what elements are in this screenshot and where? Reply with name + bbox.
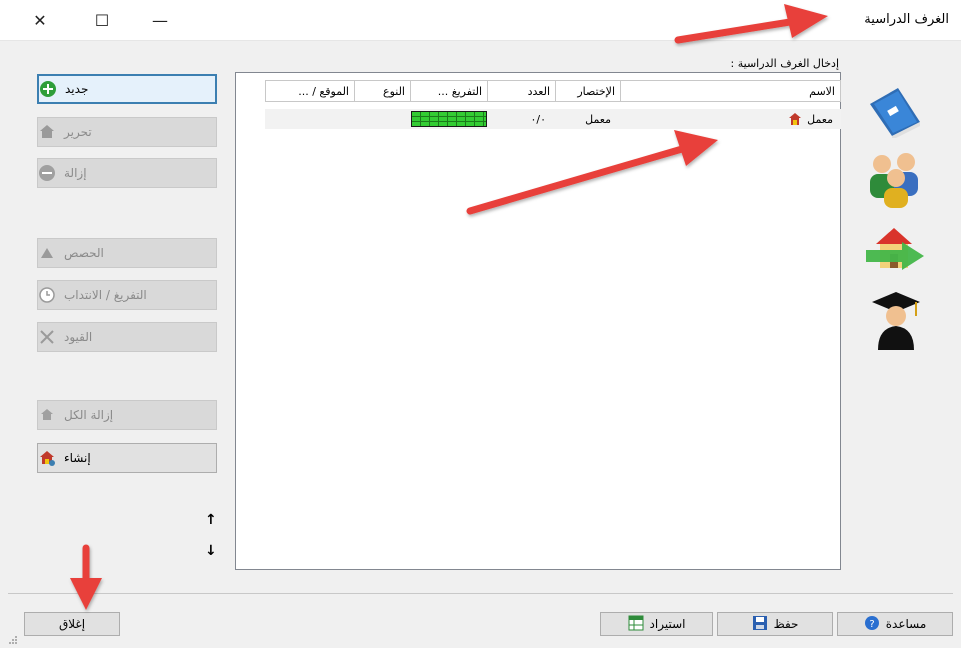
column-header-name-label: الاسم: [809, 84, 835, 98]
lessons-button[interactable]: الحصص: [37, 238, 217, 268]
book-icon[interactable]: [862, 82, 926, 141]
building-arrow-icon[interactable]: [862, 222, 928, 281]
help-button[interactable]: ? مساعدة: [837, 612, 953, 636]
constraints-button-label: القيود: [64, 330, 93, 344]
move-up-button[interactable]: ↑: [205, 512, 217, 528]
create-icon: [38, 449, 56, 467]
lesson-icon: [38, 244, 56, 262]
remove-all-button-label: إزالة الكل: [64, 408, 114, 422]
minus-circle-icon: [38, 164, 56, 182]
remove-all-button[interactable]: إزالة الكل: [37, 400, 217, 430]
column-header-type[interactable]: النوع: [354, 80, 411, 102]
availability-bar: [411, 111, 487, 127]
cell-name: معمل: [788, 109, 833, 129]
window-title: الغرف الدراسية: [864, 12, 949, 27]
close-icon: ✕: [33, 10, 47, 30]
people-icon[interactable]: [862, 150, 928, 213]
column-header-count-label: العدد: [527, 84, 550, 98]
move-down-button[interactable]: ↓: [205, 543, 217, 559]
table-row[interactable]: معمل معمل ٠/٠: [265, 109, 841, 129]
cell-abbr: معمل: [585, 112, 611, 126]
column-header-availability[interactable]: التفريغ ...: [410, 80, 488, 102]
column-header-location[interactable]: الموقع / ...: [265, 80, 355, 102]
arrow-to-close: [70, 544, 102, 610]
save-button[interactable]: حفظ: [717, 612, 833, 636]
graduate-icon[interactable]: [868, 290, 924, 355]
help-icon: ?: [864, 615, 880, 634]
import-icon: [628, 615, 644, 634]
rooms-table[interactable]: الاسم الإختصار العدد التفريغ ... النوع ا…: [235, 72, 841, 570]
edit-button-label: تحرير: [64, 125, 92, 139]
title-bar: ✕ ☐ — الغرف الدراسية: [0, 0, 961, 41]
import-button[interactable]: استيراد: [600, 612, 713, 636]
bottom-separator: [8, 593, 953, 594]
maximize-window-button[interactable]: ☐: [88, 8, 116, 32]
constraints-icon: [38, 328, 56, 346]
new-button-label: جديد: [65, 82, 89, 96]
remove-button-label: إزالة: [64, 166, 87, 180]
column-header-availability-label: التفريغ ...: [437, 84, 482, 98]
column-header-count[interactable]: العدد: [487, 80, 556, 102]
availability-button[interactable]: التفريغ / الانتداب: [37, 280, 217, 310]
close-button[interactable]: إغلاق: [24, 612, 120, 636]
edit-button[interactable]: تحرير: [37, 117, 217, 147]
column-header-name[interactable]: الاسم: [620, 80, 841, 102]
save-button-label: حفظ: [773, 617, 799, 631]
minimize-window-button[interactable]: —: [146, 8, 174, 32]
section-label: إدخال الغرف الدراسية :: [730, 57, 839, 70]
remove-button[interactable]: إزالة: [37, 158, 217, 188]
cell-name-text: معمل: [807, 112, 833, 126]
minimize-icon: —: [152, 10, 168, 30]
column-header-location-label: الموقع / ...: [298, 84, 349, 98]
column-header-abbr[interactable]: الإختصار: [555, 80, 621, 102]
save-icon: [752, 615, 768, 634]
create-button-label: إنشاء: [64, 451, 91, 465]
close-button-label: إغلاق: [58, 617, 86, 631]
maximize-icon: ☐: [94, 10, 110, 30]
close-window-button[interactable]: ✕: [26, 8, 54, 32]
import-button-label: استيراد: [649, 617, 686, 631]
availability-button-label: التفريغ / الانتداب: [64, 288, 147, 302]
room-icon: [789, 113, 802, 125]
create-button[interactable]: إنشاء: [37, 443, 217, 473]
help-button-label: مساعدة: [885, 617, 927, 631]
plus-circle-icon: [39, 80, 57, 98]
house-icon: [38, 123, 56, 141]
clock-icon: [38, 286, 56, 304]
constraints-button[interactable]: القيود: [37, 322, 217, 352]
svg-text:?: ?: [869, 619, 874, 630]
cell-count: ٠/٠: [530, 112, 546, 126]
remove-all-icon: [38, 406, 56, 424]
resize-grip-icon[interactable]: [8, 634, 18, 644]
new-button[interactable]: جديد: [37, 74, 217, 104]
lessons-button-label: الحصص: [64, 246, 104, 260]
column-header-type-label: النوع: [383, 84, 405, 98]
column-header-abbr-label: الإختصار: [577, 84, 615, 98]
